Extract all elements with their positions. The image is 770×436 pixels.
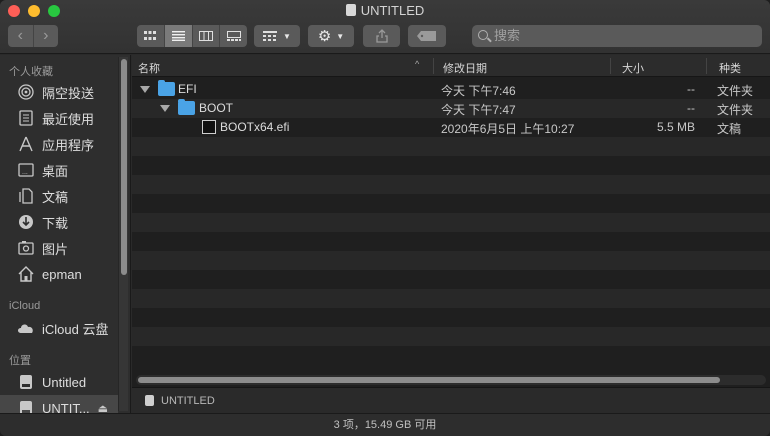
home-icon: [17, 265, 35, 283]
empty-row: [132, 308, 770, 327]
horizontal-scroll-thumb[interactable]: [138, 377, 720, 383]
sidebar-item-airdrop[interactable]: 隔空投送: [0, 79, 118, 105]
column-view-button[interactable]: [193, 25, 221, 47]
gear-icon: ⚙: [317, 28, 332, 45]
empty-row: [132, 232, 770, 251]
empty-row: [132, 137, 770, 156]
sidebar-scrollbar[interactable]: [118, 57, 128, 411]
column-date[interactable]: 修改日期: [443, 60, 487, 76]
empty-row: [132, 156, 770, 175]
sidebar-section-locations: 位置: [9, 355, 31, 367]
disclosure-triangle-icon[interactable]: [140, 86, 150, 93]
sidebar-item-applications[interactable]: 应用程序: [0, 131, 118, 157]
column-header: 名称 ^ 修改日期 大小 种类: [132, 55, 770, 77]
search-icon: [478, 30, 488, 40]
column-divider[interactable]: [706, 58, 707, 74]
group-button[interactable]: ▼: [254, 25, 300, 47]
sidebar-section-favorites: 个人收藏: [9, 66, 53, 78]
cloud-icon: [17, 319, 35, 337]
file-list: 名称 ^ 修改日期 大小 种类 EFI 今天 下午7:46 -- 文件夹 BOO…: [132, 55, 770, 413]
column-name[interactable]: 名称: [138, 60, 160, 76]
empty-row: [132, 270, 770, 289]
column-divider[interactable]: [610, 58, 611, 74]
sidebar-section-icloud: iCloud: [9, 300, 41, 312]
back-button[interactable]: ‹: [8, 25, 34, 47]
column-size[interactable]: 大小: [622, 60, 644, 76]
empty-row: [132, 289, 770, 308]
empty-row: [132, 346, 770, 365]
action-button[interactable]: ⚙ ▼: [308, 25, 354, 47]
file-row-efi[interactable]: EFI 今天 下午7:46 -- 文件夹: [132, 80, 770, 99]
sidebar-item-documents[interactable]: 文稿: [0, 183, 118, 209]
gallery-view-button[interactable]: [220, 25, 247, 47]
finder-window: UNTITLED ‹ › ▼ ⚙ ▼ 搜索 个人收藏 隔空投送 最近使用 应用程…: [0, 0, 770, 436]
folder-icon: [158, 80, 175, 96]
search-input[interactable]: 搜索: [472, 25, 762, 47]
sidebar: 个人收藏 隔空投送 最近使用 应用程序 ... 桌面 文稿 下载 图片 epma…: [0, 55, 131, 421]
grid-icon: [144, 31, 157, 40]
horizontal-scrollbar[interactable]: [136, 375, 766, 385]
list-view-button[interactable]: [164, 25, 193, 47]
sort-chevron-icon: ^: [415, 59, 420, 69]
empty-row: [132, 213, 770, 232]
sidebar-item-icloud-drive[interactable]: iCloud 云盘: [0, 315, 118, 341]
empty-row: [132, 327, 770, 346]
empty-row: [132, 251, 770, 270]
status-bar: 3 项，15.49 GB 可用: [0, 413, 770, 436]
disk-icon: [145, 395, 154, 406]
nav-buttons: ‹ ›: [8, 25, 58, 47]
icon-view-button[interactable]: [137, 25, 165, 47]
sidebar-item-downloads[interactable]: 下载: [0, 209, 118, 235]
airdrop-icon: [17, 83, 35, 101]
sidebar-scroll-thumb[interactable]: [121, 59, 127, 275]
forward-button[interactable]: ›: [34, 25, 59, 47]
folder-icon: [178, 99, 195, 115]
documents-icon: [17, 187, 35, 205]
pictures-icon: [17, 239, 35, 257]
share-icon: [375, 29, 388, 43]
path-bar-item[interactable]: UNTITLED: [161, 395, 215, 407]
svg-text:...: ...: [22, 169, 28, 176]
chevron-down-icon: ▼: [283, 31, 291, 41]
disclosure-triangle-icon[interactable]: [160, 105, 170, 112]
disk-icon: [345, 4, 356, 16]
share-button[interactable]: [363, 25, 400, 47]
tag-icon: [417, 31, 436, 41]
path-bar: UNTITLED: [132, 387, 770, 413]
gallery-icon: [226, 31, 241, 41]
status-text: 3 项，15.49 GB 可用: [333, 419, 437, 431]
window-title: UNTITLED: [0, 3, 770, 18]
sidebar-item-pictures[interactable]: 图片: [0, 235, 118, 261]
group-icon: [263, 31, 278, 41]
list-icon: [171, 31, 185, 41]
applications-icon: [17, 135, 35, 153]
file-row-bootx64[interactable]: BOOTx64.efi 2020年6月5日 上午10:27 5.5 MB 文稿: [132, 118, 770, 137]
disk-icon: [17, 373, 35, 391]
title-bar: UNTITLED ‹ › ▼ ⚙ ▼ 搜索: [0, 0, 770, 54]
file-row-boot[interactable]: BOOT 今天 下午7:47 -- 文件夹: [132, 99, 770, 118]
columns-icon: [198, 31, 213, 41]
recents-icon: [17, 109, 35, 127]
view-mode-group: [137, 25, 247, 47]
sidebar-item-recents[interactable]: 最近使用: [0, 105, 118, 131]
downloads-icon: [17, 213, 35, 231]
exec-file-icon: [202, 120, 216, 134]
desktop-icon: ...: [17, 161, 35, 179]
empty-row: [132, 175, 770, 194]
tags-button[interactable]: [408, 25, 446, 47]
column-kind[interactable]: 种类: [719, 60, 741, 76]
chevron-down-icon: ▼: [336, 31, 345, 41]
sidebar-item-desktop[interactable]: ... 桌面: [0, 157, 118, 183]
empty-row: [132, 194, 770, 213]
column-divider[interactable]: [433, 58, 434, 74]
sidebar-item-home[interactable]: epman: [0, 261, 118, 287]
sidebar-item-untitled[interactable]: Untitled: [0, 369, 118, 395]
